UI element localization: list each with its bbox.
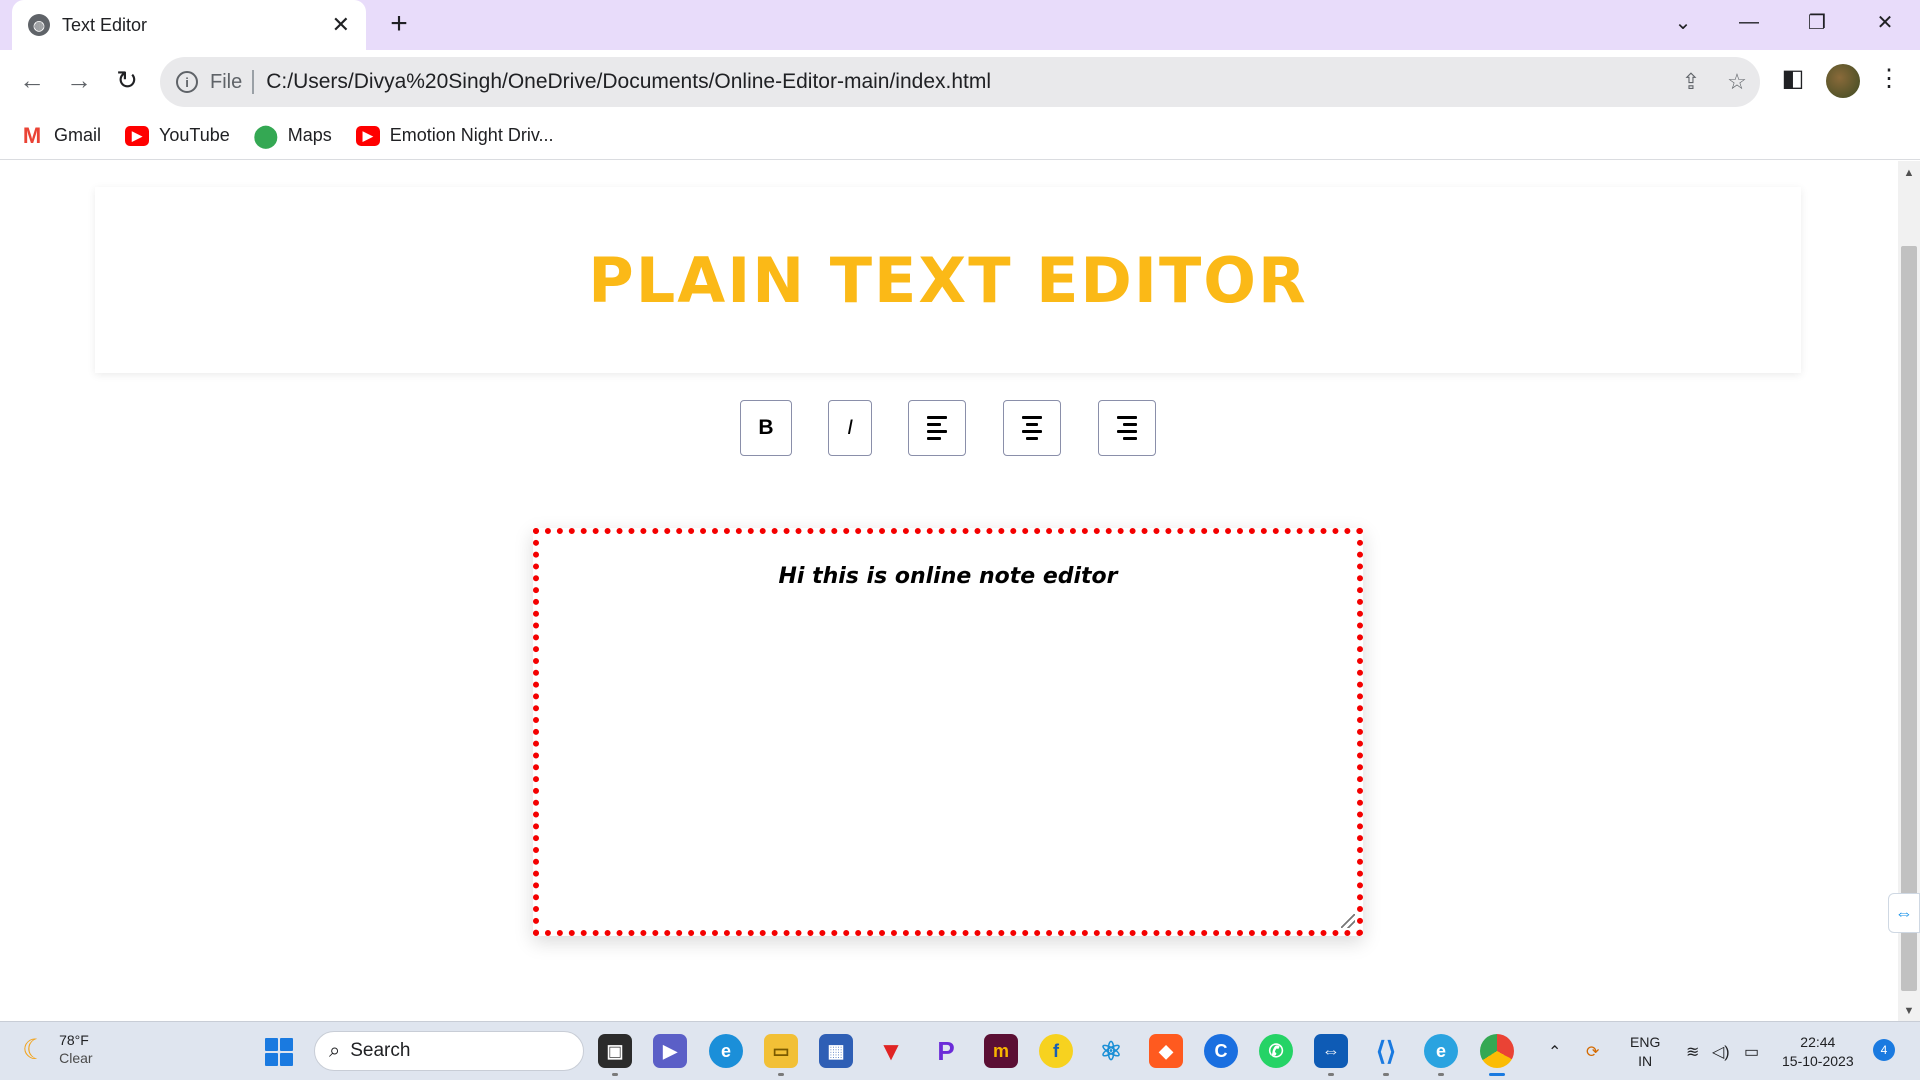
weather-condition: Clear <box>59 1050 93 1066</box>
close-window-button[interactable]: ✕ <box>1852 0 1918 44</box>
clock-date: 15-10-2023 <box>1782 1052 1854 1069</box>
forward-button[interactable]: → <box>62 64 96 98</box>
text-editor-area[interactable]: Hi this is online note editor <box>533 528 1363 936</box>
task-view-icon[interactable]: ▣ <box>598 1034 632 1076</box>
weather-temp: 78°F <box>59 1032 89 1048</box>
minimize-button[interactable]: — <box>1716 0 1782 44</box>
scroll-thumb[interactable] <box>1901 246 1917 991</box>
sync-icon[interactable]: ⟳ <box>1586 1022 1599 1080</box>
battery-icon[interactable]: ▭ <box>1744 1022 1759 1080</box>
language-indicator[interactable]: ENG IN <box>1630 1022 1660 1080</box>
bookmark-label: YouTube <box>159 125 230 145</box>
restore-button[interactable]: ❐ <box>1784 0 1850 44</box>
bookmark-gmail[interactable]: M Gmail <box>20 122 102 148</box>
address-bar[interactable]: i File C:/Users/Divya%20Singh/OneDrive/D… <box>160 57 1760 107</box>
header-card: PLAIN TEXT EDITOR <box>95 187 1801 373</box>
p-app-icon[interactable]: P <box>929 1034 963 1068</box>
youtube-icon: ▶ <box>355 125 380 146</box>
globe-icon: ◍ <box>28 14 50 36</box>
wifi-icon[interactable]: ≋ <box>1686 1022 1699 1080</box>
align-left-icon <box>927 416 947 440</box>
maps-icon: ⬤ <box>253 122 279 148</box>
bookmark-label: Gmail <box>54 125 102 145</box>
microsoft-store-icon[interactable]: ▦ <box>819 1034 853 1068</box>
search-icon: ⌕ <box>329 1039 341 1062</box>
align-right-icon <box>1117 416 1137 440</box>
clock-time: 22:44 <box>1800 1033 1836 1050</box>
chrome-icon[interactable] <box>1480 1034 1514 1076</box>
gmail-icon: M <box>22 122 42 148</box>
teamviewer-icon[interactable]: ⇔ <box>1314 1034 1348 1076</box>
search-placeholder: Search <box>350 1040 411 1061</box>
weather-widget[interactable]: ☾ 78°F Clear <box>22 1031 93 1067</box>
language-code: ENG <box>1630 1033 1661 1050</box>
m-app-icon[interactable]: m <box>984 1034 1018 1068</box>
page-scrollbar[interactable]: ▲ ▼ <box>1898 161 1920 1021</box>
address-url[interactable]: C:/Users/Divya%20Singh/OneDrive/Document… <box>266 70 1668 94</box>
edge-dev-icon[interactable]: e <box>1424 1034 1458 1076</box>
browser-tab[interactable]: ◍ Text Editor ✕ <box>12 0 366 50</box>
browser-toolbar: ← → ↻ i File C:/Users/Divya%20Singh/OneD… <box>0 50 1920 112</box>
page-title: PLAIN TEXT EDITOR <box>588 243 1308 317</box>
bold-button[interactable]: B <box>740 400 792 456</box>
scroll-up-icon[interactable]: ▲ <box>1898 163 1920 183</box>
reload-button[interactable]: ↻ <box>110 64 144 98</box>
windows-taskbar: ☾ 78°F Clear ⌕ Search ▣ ▶ e ▭ ▦ ▼ P m f … <box>0 1021 1920 1080</box>
moon-icon: ☾ <box>22 1033 48 1065</box>
editor-content[interactable]: Hi this is online note editor <box>539 564 1357 589</box>
youtube-icon: ▶ <box>125 125 150 146</box>
resize-handle-icon[interactable] <box>1341 914 1355 928</box>
align-center-button[interactable] <box>1003 400 1061 456</box>
volume-icon[interactable]: ◁) <box>1712 1022 1730 1080</box>
tab-title: Text Editor <box>62 14 148 35</box>
bookmark-maps[interactable]: ⬤ Maps <box>253 122 332 148</box>
vscode-icon[interactable]: ⟨⟩ <box>1369 1034 1403 1076</box>
clock[interactable]: 22:44 15-10-2023 <box>1782 1022 1854 1080</box>
address-scheme: File <box>210 70 255 94</box>
c-app-icon[interactable]: C <box>1204 1034 1238 1068</box>
back-button[interactable]: ← <box>15 64 49 98</box>
whatsapp-icon[interactable]: ✆ <box>1259 1034 1293 1068</box>
file-explorer-icon[interactable]: ▭ <box>764 1034 798 1076</box>
align-center-icon <box>1022 416 1042 440</box>
profile-avatar[interactable] <box>1826 64 1860 98</box>
new-tab-button[interactable]: + <box>382 8 416 42</box>
share-icon[interactable]: ⇪ <box>1668 69 1714 95</box>
bookmark-label: Maps <box>287 125 332 145</box>
bookmark-emotion-night-drive[interactable]: ▶ Emotion Night Driv... <box>355 125 554 146</box>
tab-strip: ◍ Text Editor ✕ + ⌄ — ❐ ✕ <box>0 0 1920 50</box>
tab-search-chevron-icon[interactable]: ⌄ <box>1650 0 1716 44</box>
bookmarks-bar: M Gmail ▶ YouTube ⬤ Maps ▶ Emotion Night… <box>0 112 1920 160</box>
close-tab-icon[interactable]: ✕ <box>332 12 350 38</box>
page-viewport: PLAIN TEXT EDITOR B I Hi this is online … <box>0 161 1898 1021</box>
brave-icon[interactable]: ◆ <box>1149 1034 1183 1068</box>
side-panel-icon[interactable]: ◧ <box>1776 64 1810 93</box>
bookmark-label: Emotion Night Driv... <box>389 125 554 145</box>
edge-icon[interactable]: e <box>709 1034 743 1068</box>
teamviewer-side-icon[interactable]: ⇔ <box>1888 893 1920 933</box>
bookmark-star-icon[interactable]: ☆ <box>1714 69 1760 95</box>
tray-overflow-chevron-icon[interactable]: ⌃ <box>1548 1022 1561 1080</box>
teams-icon[interactable]: ▶ <box>653 1034 687 1068</box>
scroll-down-icon[interactable]: ▼ <box>1898 1001 1920 1021</box>
taskbar-search[interactable]: ⌕ Search <box>314 1031 584 1071</box>
bookmark-youtube[interactable]: ▶ YouTube <box>125 125 230 146</box>
language-region: IN <box>1638 1052 1653 1069</box>
flipkart-icon[interactable]: f <box>1039 1034 1073 1068</box>
menu-kebab-icon[interactable]: ⋮ <box>1872 64 1906 93</box>
italic-button[interactable]: I <box>828 400 872 456</box>
align-left-button[interactable] <box>908 400 966 456</box>
todoist-icon[interactable]: ▼ <box>874 1034 908 1068</box>
notification-badge[interactable]: 4 <box>1873 1039 1895 1061</box>
site-info-icon[interactable]: i <box>176 71 198 93</box>
windows-start-icon[interactable] <box>265 1038 293 1066</box>
align-right-button[interactable] <box>1098 400 1156 456</box>
react-icon[interactable]: ⚛ <box>1094 1034 1128 1068</box>
